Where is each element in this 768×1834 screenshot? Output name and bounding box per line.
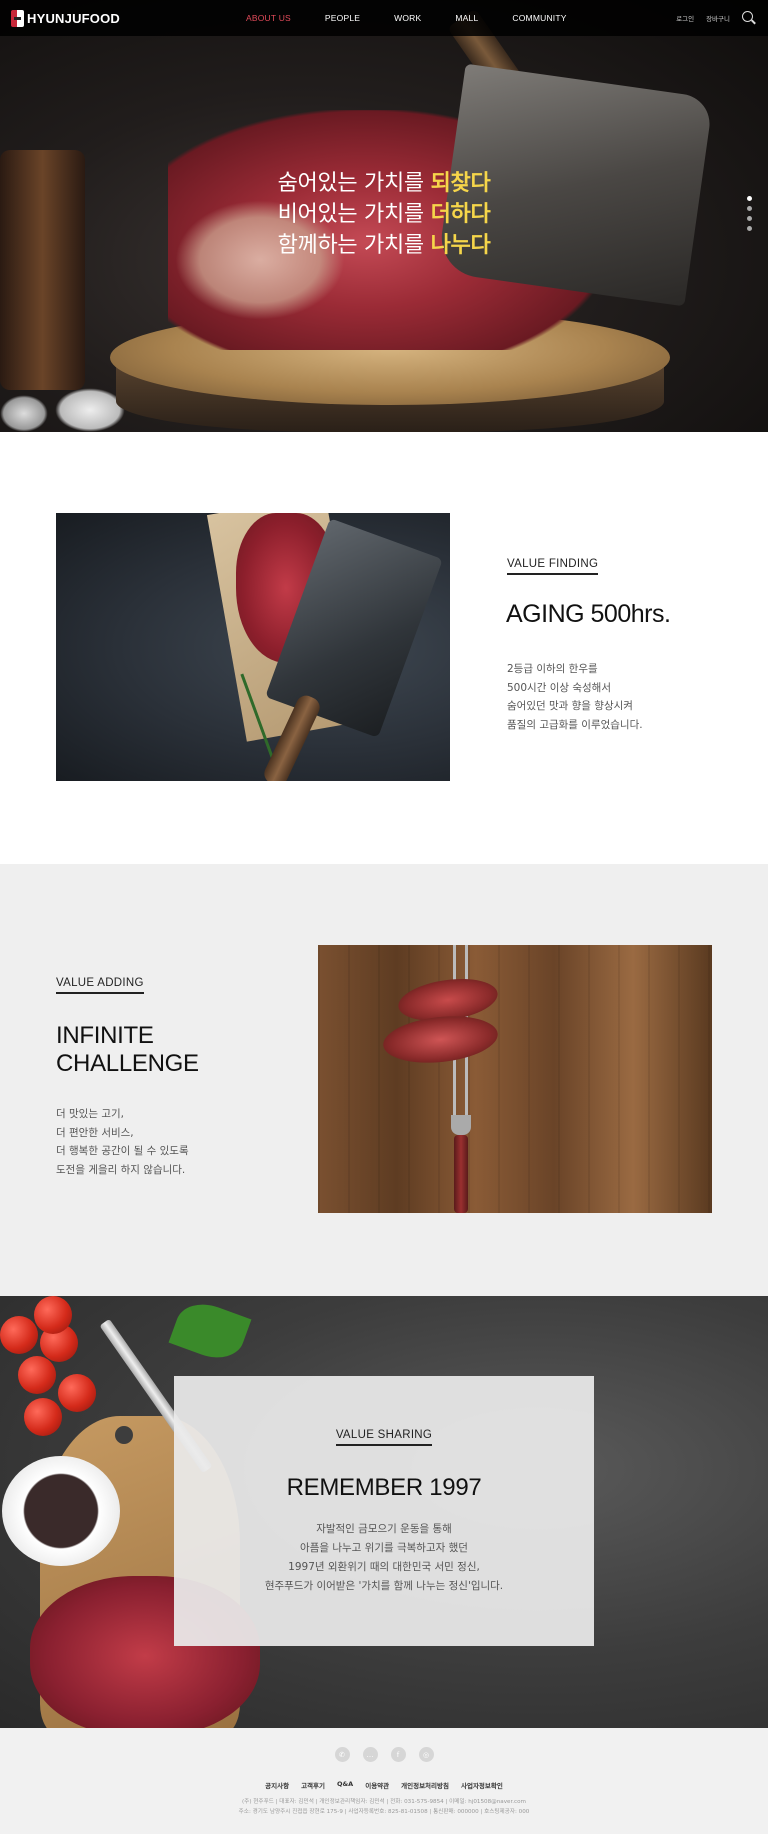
company-info: (주) 현주푸드 | 대표자: 김민석 | 개인정보관리책임자: 김민석 | 전… — [0, 1797, 768, 1817]
hero-line-2: 비어있는 가치를 더하다 — [277, 202, 491, 227]
footer-links: 공지사항 고객후기 Q&A 이용약관 개인정보처리방침 사업자정보확인 — [0, 1780, 768, 1790]
company-info-line-2: 주소: 경기도 남양주시 진접읍 장현로 175-9 | 사업자등록번호: 82… — [238, 1809, 530, 1815]
nav-about-us[interactable]: ABOUT US — [246, 13, 291, 23]
parsley-image — [168, 1296, 252, 1367]
footer-link-reviews[interactable]: 고객후기 — [301, 1780, 325, 1790]
value-sharing-tag: VALUE SHARING — [335, 1429, 433, 1446]
value-sharing-body: 자발적인 금모으기 운동을 통해 아픔을 나누고 위기를 극복하고자 했던 19… — [264, 1523, 504, 1592]
nav-work[interactable]: WORK — [394, 13, 421, 23]
footer-link-terms[interactable]: 이용약관 — [365, 1780, 389, 1790]
search-icon[interactable] — [742, 11, 756, 25]
tomato-image — [24, 1398, 62, 1436]
hero-headline: 숨어있는 가치를 되찾다 비어있는 가치를 더하다 함께하는 가치를 나누다 — [0, 168, 768, 261]
site-header: HYUNJUFOOD ABOUT US PEOPLE WORK MALL COM… — [0, 0, 768, 36]
value-adding-image — [318, 945, 712, 1213]
logo[interactable]: HYUNJUFOOD — [11, 8, 120, 28]
chat-icon[interactable]: … — [362, 1747, 378, 1762]
login-link[interactable]: 로그인 — [676, 13, 694, 23]
company-info-line-1: (주) 현주푸드 | 대표자: 김민석 | 개인정보관리책임자: 김민석 | 전… — [241, 1799, 526, 1805]
hero-line-1: 숨어있는 가치를 되찾다 — [277, 171, 491, 196]
value-sharing-title: REMEMBER 1997 — [286, 1474, 482, 1501]
tomato-image — [0, 1316, 38, 1354]
pepper-bowl-image — [2, 1456, 120, 1566]
logo-mark-icon — [11, 9, 24, 27]
value-finding-body: 2등급 이하의 한우를 500시간 이상 숙성해서 숨어있던 맛과 향을 향상시… — [507, 663, 643, 731]
hero-line-3: 함께하는 가치를 나누다 — [277, 233, 491, 258]
garlic-image — [0, 395, 48, 432]
tomato-image — [18, 1356, 56, 1394]
tomato-image — [58, 1374, 96, 1412]
cart-link[interactable]: 장바구니 — [706, 13, 730, 23]
logo-text: HYUNJUFOOD — [27, 10, 121, 26]
value-finding-tag: VALUE FINDING — [507, 558, 599, 575]
phone-icon[interactable]: ✆ — [334, 1747, 350, 1762]
value-finding-title: AGING 500hrs. — [506, 600, 671, 628]
value-adding-tag: VALUE ADDING — [56, 977, 144, 994]
garlic-image — [55, 388, 125, 432]
value-adding-body: 더 맛있는 고기, 더 편안한 서비스, 더 행복한 공간이 될 수 있도록 도… — [56, 1108, 189, 1176]
main-nav: ABOUT US PEOPLE WORK MALL COMMUNITY — [246, 0, 601, 36]
tomato-image — [34, 1296, 72, 1334]
nav-mall[interactable]: MALL — [455, 13, 478, 23]
footer-link-privacy[interactable]: 개인정보처리방침 — [401, 1780, 449, 1790]
nav-community[interactable]: COMMUNITY — [512, 13, 566, 23]
value-sharing-card: VALUE SHARING REMEMBER 1997 자발적인 금모으기 운동… — [174, 1376, 594, 1646]
social-links: ✆ … f ◎ — [0, 1747, 768, 1762]
footer-link-business-info[interactable]: 사업자정보확인 — [461, 1780, 503, 1790]
instagram-icon[interactable]: ◎ — [418, 1747, 434, 1762]
nav-people[interactable]: PEOPLE — [325, 13, 360, 23]
value-finding-image — [56, 513, 450, 781]
footer-link-qna[interactable]: Q&A — [337, 1780, 353, 1790]
utility-menu: 로그인 장바구니 — [676, 0, 756, 36]
facebook-icon[interactable]: f — [390, 1747, 406, 1762]
footer-link-notice[interactable]: 공지사항 — [265, 1780, 289, 1790]
value-adding-title: INFINITE CHALLENGE — [56, 1022, 199, 1077]
